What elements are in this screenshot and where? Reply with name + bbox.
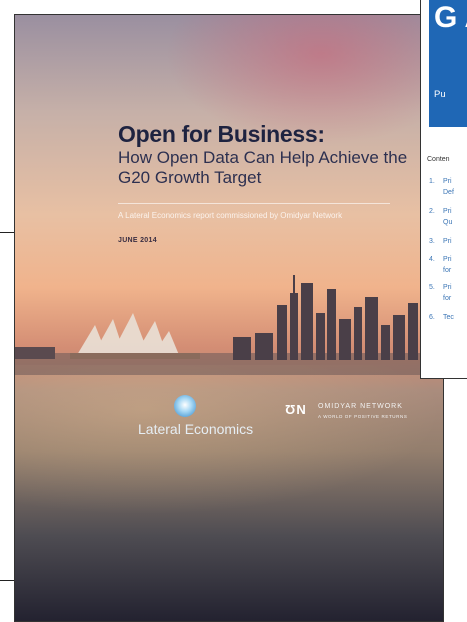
sydney-skyline-illustration — [15, 275, 443, 375]
toc-item-line: for — [443, 267, 452, 274]
toc-item-number: 6. — [429, 314, 435, 321]
contents-heading: Conten — [427, 156, 450, 163]
toc-item-line: Tec — [443, 314, 454, 321]
omidyar-network-name: OMIDYAR NETWORK — [318, 403, 403, 410]
lateral-economics-logo: Lateral Economics — [138, 395, 268, 445]
cover-divider — [118, 203, 390, 204]
cover-date: JUNE 2014 — [118, 237, 157, 244]
overlay-document: G A Pu Conten 1. Pri Def 2. Pri Qu 3. Pr… — [420, 0, 467, 379]
document-subtitle: Pu — [434, 89, 446, 100]
toc-item-number: 1. — [429, 178, 435, 185]
report-cover: Open for Business: How Open Data Can Hel… — [14, 14, 444, 622]
toc-item-line: for — [443, 295, 452, 302]
toc-item-line: Pri — [443, 238, 452, 245]
toc-item-line: Qu — [443, 219, 453, 226]
toc-item-number: 3. — [429, 238, 435, 245]
toc-item-number: 2. — [429, 208, 435, 215]
cover-title: Open for Business: — [118, 121, 325, 147]
cover-tagline: A Lateral Economics report commissioned … — [118, 211, 343, 220]
lateral-economics-logo-icon — [174, 395, 196, 417]
omidyar-network-logo-mark: ƱN — [285, 402, 307, 417]
toc-item-line: Def — [443, 189, 454, 196]
document-title: G A — [434, 1, 467, 34]
cover-subtitle: How Open Data Can Help Achieve the G20 G… — [118, 148, 408, 187]
toc-item-number: 4. — [429, 256, 435, 263]
omidyar-network-tagline: A WORLD OF POSITIVE RETURNS — [318, 414, 408, 419]
lateral-economics-name: Lateral Economics — [138, 421, 254, 437]
toc-item-number: 5. — [429, 284, 435, 291]
